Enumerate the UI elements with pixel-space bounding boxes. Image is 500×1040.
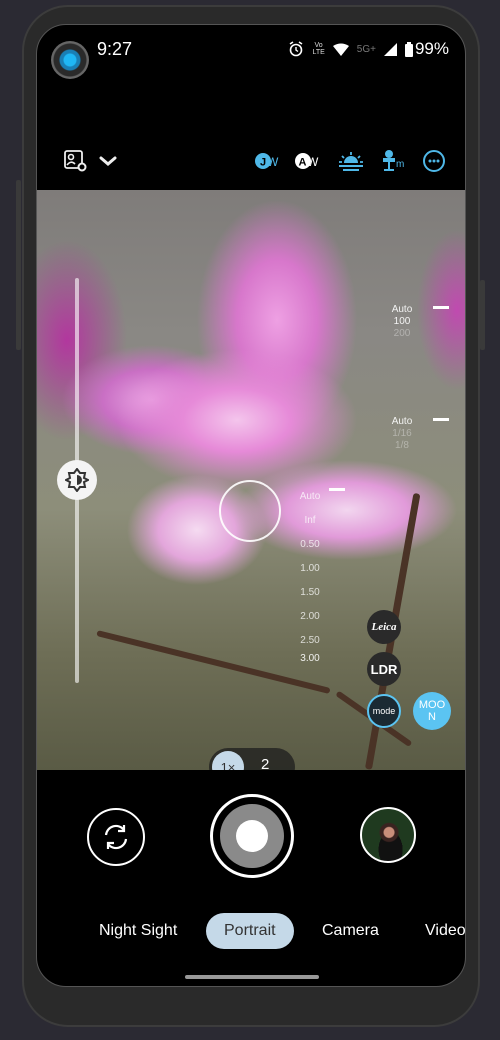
home-indicator[interactable] [185, 975, 319, 979]
shutter-inner [220, 804, 284, 868]
focus-dial-indicator [329, 488, 345, 491]
mode-selector: Night Sight Portrait Camera Video [37, 913, 465, 949]
camera-settings-button[interactable] [63, 143, 89, 179]
brightness-icon [65, 468, 89, 492]
viewfinder[interactable]: Auto 100 200 Auto 1/16 1/8 Auto Inf 0.50… [37, 190, 465, 770]
svg-text:W: W [267, 155, 279, 169]
aw-button[interactable]: AW [294, 143, 324, 179]
iso-dial[interactable]: Auto 100 200 [385, 304, 419, 340]
focus-value: 2.50 [300, 635, 320, 646]
focus-value-auto: Auto [299, 491, 321, 502]
focus-value: 1.50 [300, 587, 320, 598]
moon-label: MOO [418, 699, 446, 711]
status-bar: 9:27 Vo LTE 5G+ 99% [37, 25, 465, 85]
volte-icon: Vo LTE [312, 42, 325, 56]
expand-toolbar-button[interactable] [97, 143, 119, 179]
iso-dial-indicator [433, 306, 449, 309]
svg-text:J: J [260, 157, 266, 169]
shutter-value: 1/16 [392, 428, 412, 439]
moon-button[interactable]: MOO N [413, 692, 451, 730]
sunrise-icon [339, 152, 363, 171]
shutter-core [236, 820, 268, 852]
macro-flower-icon: m [383, 150, 404, 171]
signal-icon [383, 42, 397, 56]
focus-ring[interactable] [219, 480, 281, 542]
focus-value: 0.50 [300, 539, 320, 550]
exposure-slider-handle[interactable] [57, 460, 97, 500]
battery-percent: 99% [414, 39, 449, 58]
front-camera-icon [51, 41, 89, 79]
status-icons: Vo LTE 5G+ 99% [288, 39, 449, 59]
zoom-1x-button[interactable]: 1× [212, 751, 244, 770]
power-button [480, 280, 485, 350]
iso-value: 200 [393, 328, 411, 339]
shutter-speed-dial[interactable]: Auto 1/16 1/8 [385, 416, 419, 452]
leica-button[interactable]: Leica [367, 610, 401, 644]
alarm-icon [290, 41, 303, 57]
screen: 9:27 Vo LTE 5G+ 99% JW AW m Auto 100 200… [36, 24, 466, 987]
zoom-2x-button[interactable]: 2 [261, 756, 269, 770]
camera-toolbar: JW AW m [37, 143, 465, 183]
focus-value: Inf [304, 515, 316, 526]
shutter-value-auto: Auto [391, 416, 413, 427]
more-options-button[interactable] [421, 143, 447, 179]
clock: 9:27 [97, 39, 133, 59]
svg-text:A: A [299, 157, 307, 169]
switch-camera-icon [104, 824, 128, 850]
mode-portrait[interactable]: Portrait [206, 913, 294, 949]
switch-camera-button[interactable] [87, 808, 145, 866]
mode-button[interactable]: mode [367, 694, 401, 728]
focus-value: 1.00 [300, 563, 320, 574]
zoom-selector: 1× 2 [209, 748, 295, 770]
macro-button[interactable]: m [381, 143, 407, 179]
jw-button[interactable]: JW [254, 143, 284, 179]
ldr-button[interactable]: LDR [367, 652, 401, 686]
shutter-value: 1/8 [395, 440, 409, 451]
iso-value: 100 [393, 316, 411, 327]
svg-text:W: W [307, 155, 319, 169]
jw-icon: JW [255, 153, 279, 169]
camera-settings-icon [64, 150, 87, 172]
focus-distance-dial[interactable]: Auto Inf 0.50 1.00 1.50 2.00 2.50 3.00 [295, 485, 325, 665]
battery-icon [404, 41, 413, 57]
wifi-icon [332, 43, 349, 56]
network-type: 5G+ [356, 43, 376, 55]
sunrise-button[interactable] [337, 143, 365, 179]
focus-value: 2.00 [300, 611, 320, 622]
mode-camera[interactable]: Camera [322, 913, 379, 949]
iso-value-auto: Auto [391, 304, 413, 315]
shutter-button[interactable] [210, 794, 294, 878]
chevron-down-icon [99, 156, 117, 166]
more-options-icon [423, 150, 445, 172]
svg-text:m: m [396, 159, 404, 170]
gallery-thumbnail[interactable] [360, 807, 416, 863]
mode-video[interactable]: Video [425, 913, 465, 949]
moon-label: N [428, 711, 436, 723]
focus-value: 3.00 [300, 653, 320, 664]
shutter-dial-indicator [433, 418, 449, 421]
mode-night-sight[interactable]: Night Sight [99, 913, 177, 949]
volume-button [16, 180, 21, 350]
aw-icon: AW [295, 153, 319, 169]
